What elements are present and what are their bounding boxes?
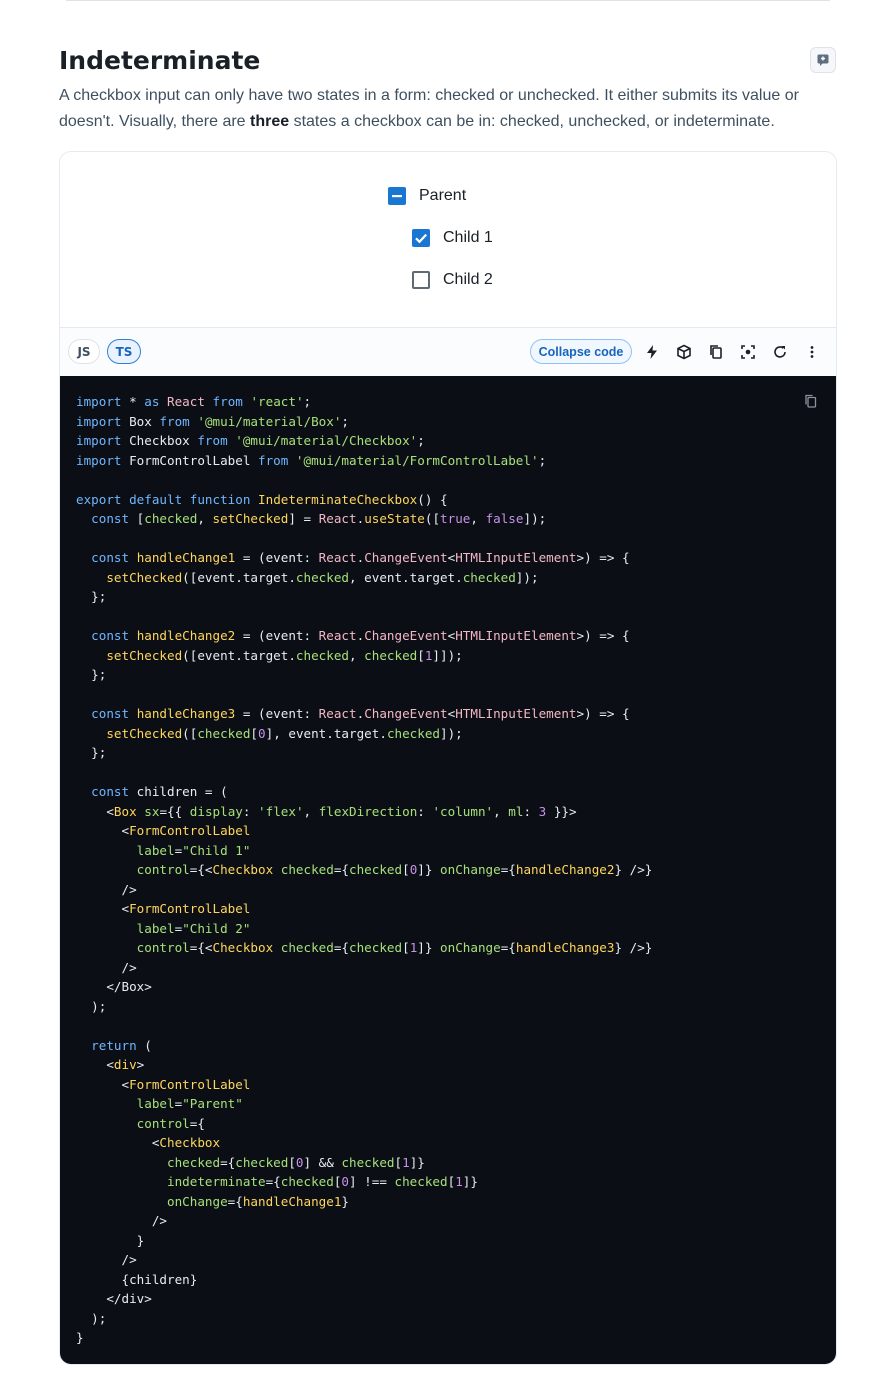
code-line: control={<Checkbox checked={checked[0]} … <box>136 862 653 877</box>
code-line: label="Child 1" <box>136 842 251 858</box>
demo-container: Parent Child 1 Child 2 JS TS Collapse co… <box>59 151 837 1365</box>
code-line: onChange={handleChange1} <box>167 1193 350 1209</box>
section-description: A checkbox input can only have two state… <box>59 83 829 135</box>
code-line: const children = ( <box>91 784 228 799</box>
code-line: import * as React from 'react'; <box>76 394 312 409</box>
child1-checkbox-label: Child 1 <box>443 229 493 246</box>
code-line: import FormControlLabel from '@mui/mater… <box>76 452 547 468</box>
indeterminate-icon <box>392 195 402 198</box>
code-line: /> <box>76 959 137 975</box>
code-text: import * as React from 'react'; import B… <box>76 392 652 1348</box>
copy-heading-link-button[interactable] <box>810 47 836 73</box>
demo-preview: Parent Child 1 Child 2 <box>60 152 836 327</box>
code-line: <Checkbox <box>76 1135 221 1150</box>
code-line: label="Child 2" <box>136 920 251 936</box>
collapse-code-button[interactable]: Collapse code <box>530 339 632 364</box>
code-line: }; <box>76 667 107 682</box>
parent-checkbox-control[interactable]: Parent <box>388 187 466 205</box>
code-line: <FormControlLabel <box>76 901 251 916</box>
code-line: {children} <box>76 1271 198 1287</box>
code-line: ); <box>76 1310 107 1326</box>
description-text-end: states a checkbox can be in: checked, un… <box>289 113 775 130</box>
copy-icon[interactable] <box>706 342 726 362</box>
code-line: setChecked([event.target.checked, checke… <box>106 647 463 663</box>
code-line: <FormControlLabel <box>76 1076 251 1092</box>
check-icon <box>415 233 428 244</box>
lang-ts-button[interactable]: TS <box>107 339 141 364</box>
top-divider <box>66 0 830 1</box>
lang-js-button[interactable]: JS <box>68 339 100 364</box>
child2-checkbox-label: Child 2 <box>443 271 493 288</box>
code-line: checked={checked[0] && checked[1]} <box>167 1154 425 1170</box>
parent-checkbox[interactable] <box>388 187 406 205</box>
description-emphasis: three <box>250 113 290 130</box>
code-line: /> <box>76 1213 167 1228</box>
code-block: import * as React from 'react'; import B… <box>60 376 836 1364</box>
code-line: setChecked([checked[0], event.target.che… <box>106 725 463 741</box>
code-toolbar: JS TS Collapse code <box>60 327 836 376</box>
link-icon <box>817 54 829 66</box>
code-line: label="Parent" <box>136 1096 243 1111</box>
code-line: </Box> <box>76 979 152 994</box>
child1-checkbox[interactable] <box>412 229 430 247</box>
code-line: const handleChange3 = (event: React.Chan… <box>91 706 630 721</box>
code-line: setChecked([event.target.checked, event.… <box>106 569 539 585</box>
code-line: ); <box>76 998 107 1014</box>
code-line: import Checkbox from '@mui/material/Chec… <box>76 433 425 448</box>
code-line: indeterminate={checked[0] !== checked[1]… <box>167 1174 478 1189</box>
code-line: } <box>76 1330 84 1345</box>
child2-checkbox-control[interactable]: Child 2 <box>412 271 493 289</box>
code-line: const handleChange1 = (event: React.Chan… <box>91 550 630 565</box>
parent-checkbox-label: Parent <box>419 187 467 204</box>
code-line: import Box from '@mui/material/Box'; <box>76 413 350 429</box>
child2-checkbox[interactable] <box>412 271 430 289</box>
focus-icon[interactable] <box>738 342 758 362</box>
code-line: const handleChange2 = (event: React.Chan… <box>91 628 630 643</box>
code-line: export default function IndeterminateChe… <box>76 491 448 507</box>
code-line: const [checked, setChecked] = React.useS… <box>91 511 547 526</box>
code-line: }; <box>76 745 107 760</box>
cube-icon[interactable] <box>674 342 694 362</box>
bolt-icon[interactable] <box>642 342 662 362</box>
code-line: return ( <box>91 1037 152 1053</box>
code-line: control={ <box>136 1115 205 1131</box>
code-line: control={<Checkbox checked={checked[1]} … <box>136 940 653 955</box>
reset-icon[interactable] <box>770 342 790 362</box>
code-line: <div> <box>76 1057 145 1072</box>
code-line: <Box sx={{ display: 'flex', flexDirectio… <box>76 803 577 819</box>
more-icon[interactable] <box>802 342 822 362</box>
code-line: <FormControlLabel <box>76 823 251 838</box>
child1-checkbox-control[interactable]: Child 1 <box>412 229 493 247</box>
code-line: } <box>76 1232 145 1248</box>
copy-code-icon[interactable] <box>802 392 820 410</box>
code-line: }; <box>76 589 107 604</box>
section-title: Indeterminate <box>59 46 261 75</box>
code-line: </div> <box>76 1291 152 1306</box>
code-line: /> <box>76 881 137 897</box>
code-line: /> <box>76 1252 137 1267</box>
